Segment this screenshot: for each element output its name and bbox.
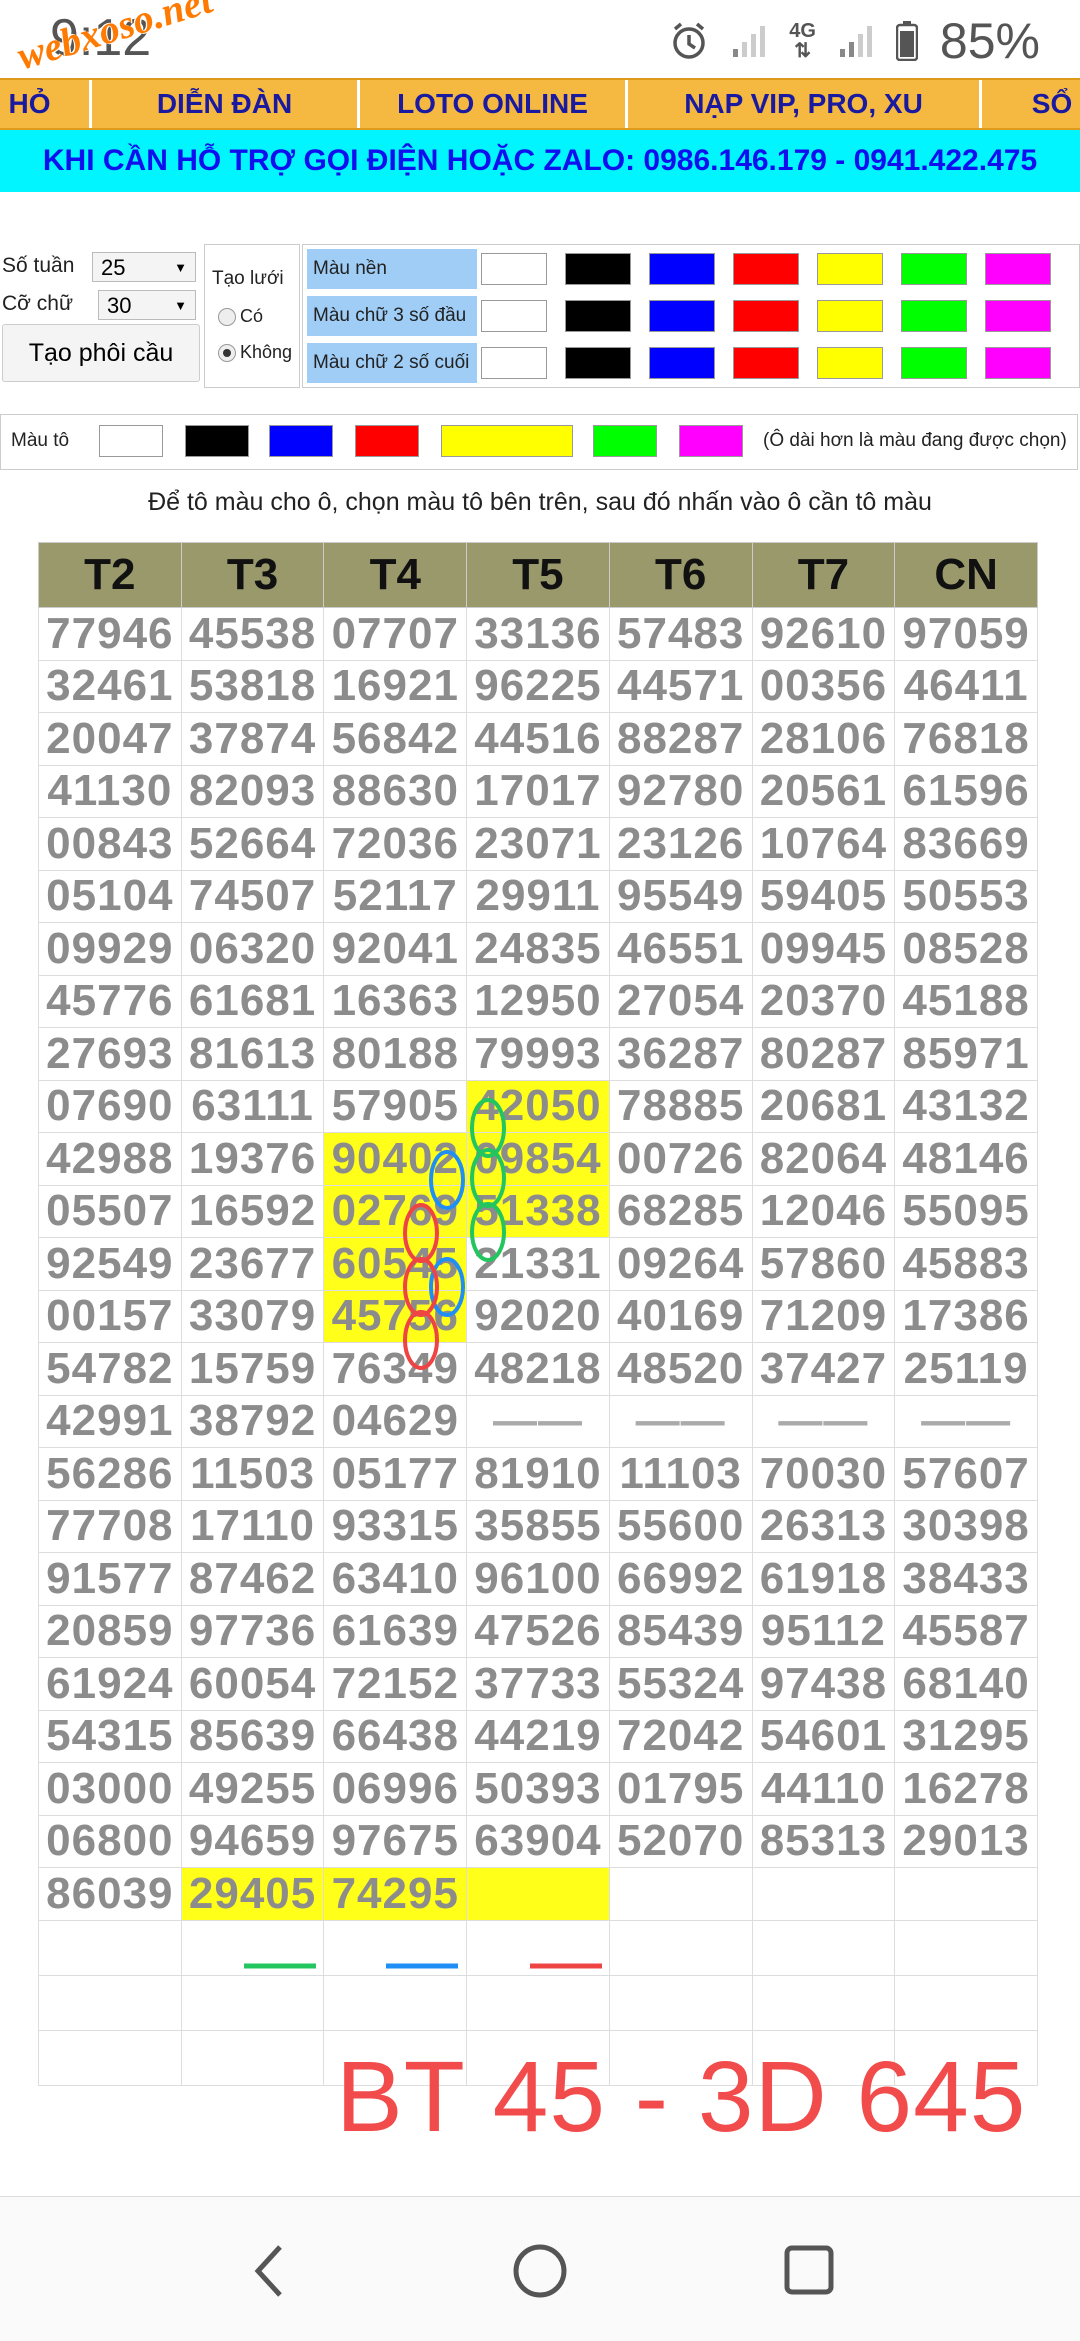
annotation-circle-green [470, 1202, 506, 1262]
home-icon[interactable] [512, 2243, 568, 2299]
annotation-circle-green [470, 1098, 506, 1158]
annotation-circle-green [470, 1148, 506, 1208]
system-nav-bar [0, 2196, 1080, 2341]
annotation-circle-blue [429, 1150, 465, 1210]
back-icon[interactable] [250, 2243, 290, 2299]
recents-icon[interactable] [784, 2245, 834, 2295]
annotation-circle-red [403, 1310, 439, 1370]
annotation-big-text: BT 45 - 3D 645 [336, 2041, 1027, 2153]
annotation-circle-red [403, 1203, 439, 1263]
handwritten-annotations [244, 1098, 602, 1969]
